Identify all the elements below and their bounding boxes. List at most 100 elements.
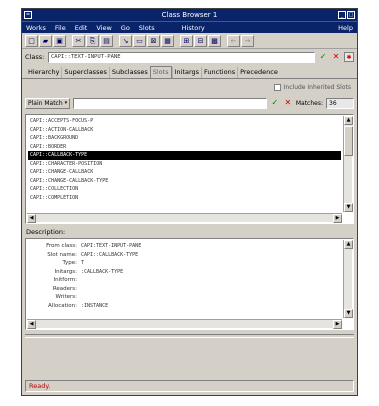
open-icon[interactable]: ▰ bbox=[39, 34, 52, 47]
desc-scroll-up-icon[interactable]: ▲ bbox=[344, 240, 353, 249]
forward-icon[interactable]: → bbox=[241, 34, 254, 47]
match-cancel-icon[interactable]: ✕ bbox=[283, 98, 293, 108]
include-inherited-label: Include Inherited Slots bbox=[283, 83, 351, 91]
status-bar: Ready. bbox=[25, 380, 354, 392]
description-key: Writers: bbox=[55, 294, 77, 301]
delete-icon[interactable]: ⊠ bbox=[147, 34, 160, 47]
tree-icon[interactable]: ⊞ bbox=[180, 34, 193, 47]
arrow-icon[interactable]: ↘ bbox=[119, 34, 132, 47]
description-key: Initargs: bbox=[54, 268, 77, 275]
tab-subclasses[interactable]: Subclasses bbox=[108, 67, 150, 78]
class-input[interactable]: CAPI::TEXT-INPUT-PANE bbox=[48, 51, 315, 63]
tab-functions[interactable]: Functions bbox=[201, 67, 237, 78]
list-item[interactable]: CAPI::CHANGE-CALLBACK-TYPE bbox=[28, 177, 341, 186]
description-key: Slot name: bbox=[47, 251, 77, 258]
description-key: Type: bbox=[62, 260, 78, 267]
menu-help[interactable]: Help bbox=[338, 24, 353, 32]
list-horizontal-scrollbar[interactable]: ◀ ▶ bbox=[27, 213, 342, 223]
include-inherited-row: Include Inherited Slots bbox=[22, 81, 357, 93]
menu-edit[interactable]: Edit bbox=[75, 24, 88, 32]
scroll-thumb[interactable] bbox=[344, 126, 353, 156]
scroll-up-icon[interactable]: ▲ bbox=[344, 116, 353, 125]
description-key: Allocation: bbox=[48, 302, 77, 309]
back-icon[interactable]: ← bbox=[227, 34, 240, 47]
description-row: Readers: bbox=[29, 285, 341, 294]
menu-file[interactable]: File bbox=[55, 24, 66, 32]
tab-initargs[interactable]: Initargs bbox=[171, 67, 201, 78]
match-accept-icon[interactable]: ✓ bbox=[270, 98, 280, 108]
list-item[interactable]: CAPI::CHANGE-CALLBACK bbox=[28, 168, 341, 177]
description-row: Slot name: CAPI::CALLBACK-TYPE bbox=[29, 251, 341, 260]
description-horizontal-scrollbar[interactable]: ◀ ▶ bbox=[27, 319, 342, 329]
tab-bar: Hierarchy Superclasses Subclasses Slots … bbox=[22, 65, 357, 79]
menu-view[interactable]: View bbox=[96, 24, 111, 32]
description-value: T bbox=[81, 260, 85, 267]
description-value: CAPI::CALLBACK-TYPE bbox=[81, 251, 139, 258]
matches-label: Matches: bbox=[295, 99, 323, 107]
list-item[interactable]: CAPI::COMPLETION bbox=[28, 194, 341, 203]
menu-slots[interactable]: Slots bbox=[139, 24, 155, 32]
class-browser-window: = Class Browser 1 _ □ Works File Edit Vi… bbox=[21, 8, 358, 396]
scroll-right-icon[interactable]: ▶ bbox=[333, 214, 342, 223]
graph-icon[interactable]: ⊟ bbox=[194, 34, 207, 47]
list-item[interactable]: CAPI::ACTION-CALLBACK bbox=[28, 126, 341, 135]
class-row: Class: CAPI::TEXT-INPUT-PANE ✓ ✕ ✱ bbox=[22, 49, 357, 65]
list-item[interactable]: CAPI::CHARACTER-POSITION bbox=[28, 160, 341, 169]
maximize-icon[interactable]: □ bbox=[347, 11, 355, 19]
description-row: From class: CAPI:TEXT-INPUT-PANE bbox=[29, 242, 341, 251]
save-icon[interactable]: ▣ bbox=[53, 34, 66, 47]
list-item[interactable]: CAPI::COLLECTION bbox=[28, 185, 341, 194]
menu-go[interactable]: Go bbox=[121, 24, 130, 32]
scroll-left-icon[interactable]: ◀ bbox=[27, 214, 36, 223]
grid-icon[interactable]: ▦ bbox=[161, 34, 174, 47]
cut-icon[interactable]: ✂ bbox=[72, 34, 85, 47]
new-icon[interactable]: □ bbox=[25, 34, 38, 47]
layout-icon[interactable]: ▩ bbox=[208, 34, 221, 47]
splitter[interactable] bbox=[25, 334, 354, 338]
desc-scroll-right-icon[interactable]: ▶ bbox=[333, 320, 342, 329]
list-item[interactable]: CAPI::ACCEPTS-FOCUS-P bbox=[28, 117, 341, 126]
match-row: Plain Match ▾ ✓ ✕ Matches: 36 bbox=[22, 95, 357, 111]
menu-works[interactable]: Works bbox=[26, 24, 46, 32]
select-icon[interactable]: ▭ bbox=[133, 34, 146, 47]
match-mode-label: Plain Match bbox=[28, 99, 63, 107]
description-vertical-scrollbar[interactable]: ▲ ▼ bbox=[343, 240, 353, 318]
menu-bar: Works File Edit View Go Slots History He… bbox=[22, 21, 357, 33]
list-item[interactable]: CAPI::CALLBACK-TYPE bbox=[28, 151, 341, 160]
description-key: Initform: bbox=[53, 277, 77, 284]
desc-scroll-down-icon[interactable]: ▼ bbox=[344, 309, 353, 318]
star-icon[interactable]: ✱ bbox=[344, 52, 354, 62]
list-vertical-scrollbar[interactable]: ▲ ▼ bbox=[343, 116, 353, 212]
minimize-icon[interactable]: _ bbox=[338, 11, 346, 19]
cancel-icon[interactable]: ✕ bbox=[331, 52, 341, 62]
chevron-down-icon: ▾ bbox=[64, 99, 68, 106]
description-row: Allocation: :INSTANCE bbox=[29, 302, 341, 311]
match-input[interactable] bbox=[73, 97, 267, 109]
tab-slots[interactable]: Slots bbox=[149, 66, 172, 78]
include-inherited-checkbox[interactable] bbox=[273, 83, 281, 91]
tab-hierarchy[interactable]: Hierarchy bbox=[26, 67, 61, 78]
slots-list[interactable]: CAPI::ACCEPTS-FOCUS-P CAPI::ACTION-CALLBA… bbox=[25, 114, 354, 224]
window-title: Class Browser 1 bbox=[161, 11, 218, 19]
description-key: From class: bbox=[46, 243, 77, 250]
description-value: :INSTANCE bbox=[81, 302, 109, 309]
accept-icon[interactable]: ✓ bbox=[318, 52, 328, 62]
class-label: Class: bbox=[25, 53, 45, 61]
match-mode-dropdown[interactable]: Plain Match ▾ bbox=[25, 97, 71, 109]
tab-superclasses[interactable]: Superclasses bbox=[61, 67, 108, 78]
matches-count: 36 bbox=[326, 97, 354, 109]
paste-icon[interactable]: ▤ bbox=[100, 34, 113, 47]
description-row: Type: T bbox=[29, 259, 341, 268]
copy-icon[interactable]: ⎘ bbox=[86, 34, 99, 47]
description-panel: From class: CAPI:TEXT-INPUT-PANE Slot name… bbox=[25, 238, 354, 330]
tab-precedence[interactable]: Precedence bbox=[237, 67, 280, 78]
system-menu-icon[interactable]: = bbox=[24, 11, 32, 19]
toolbar: □ ▰ ▣ ✂ ⎘ ▤ ↘ ▭ ⊠ ▦ ⊞ ⊟ ▩ ← → bbox=[22, 33, 357, 49]
list-item[interactable]: CAPI::BORDER bbox=[28, 143, 341, 152]
description-value: CAPI:TEXT-INPUT-PANE bbox=[81, 243, 142, 250]
scroll-down-icon[interactable]: ▼ bbox=[344, 203, 353, 212]
description-row: Initform: bbox=[29, 276, 341, 285]
list-item[interactable]: CAPI::BACKGROUND bbox=[28, 134, 341, 143]
menu-history[interactable]: History bbox=[182, 24, 205, 32]
desc-scroll-left-icon[interactable]: ◀ bbox=[27, 320, 36, 329]
